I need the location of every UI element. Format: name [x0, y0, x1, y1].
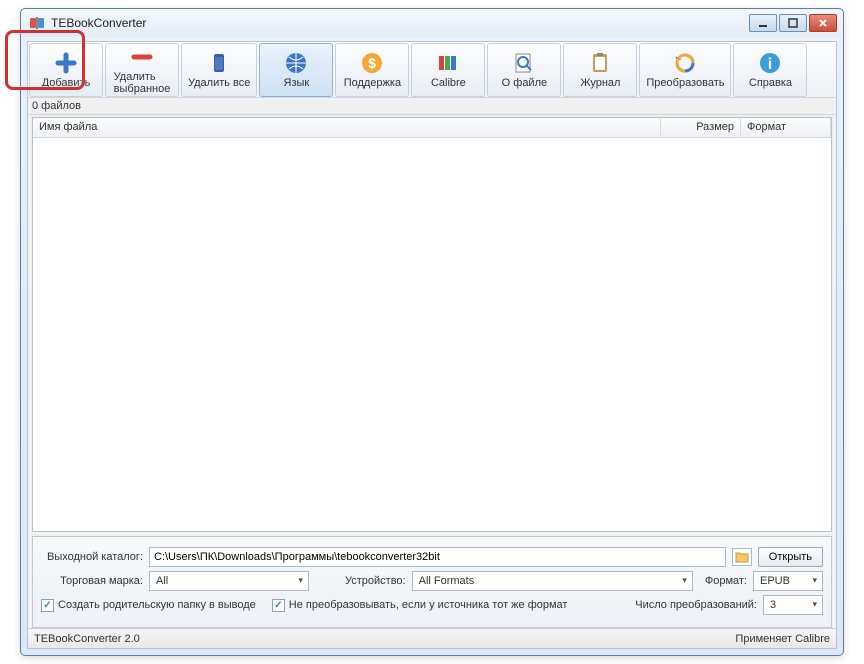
- btn-label: Преобразовать: [646, 77, 724, 89]
- btn-label: Язык: [284, 77, 310, 89]
- status-left: TEBookConverter 2.0: [34, 633, 140, 645]
- minus-icon: [130, 45, 154, 69]
- clipboard-icon: [588, 51, 612, 75]
- convert-button[interactable]: Преобразовать: [639, 43, 731, 97]
- status-right: Применяет Calibre: [735, 633, 830, 645]
- cb1-label: Создать родительскую папку в выводе: [58, 599, 256, 611]
- dollar-icon: $: [360, 51, 384, 75]
- titlebar: TEBookConverter: [21, 9, 843, 37]
- btn-label: Журнал: [580, 77, 620, 89]
- svg-text:$: $: [368, 55, 376, 71]
- browse-folder-button[interactable]: [732, 548, 752, 566]
- settings-panel: Выходной каталог: Открыть Торговая марка…: [32, 536, 832, 628]
- threads-label: Число преобразований:: [635, 599, 757, 611]
- btn-label: Удалить все: [188, 77, 250, 89]
- toolbar: Добавить Удалитьвыбранное Удалить все Язык $…: [28, 42, 836, 98]
- magnifier-icon: [512, 51, 536, 75]
- delete-selected-button[interactable]: Удалитьвыбранное: [105, 43, 179, 97]
- help-button[interactable]: i Справка: [733, 43, 807, 97]
- file-list[interactable]: Имя файла Размер Формат: [32, 117, 832, 532]
- minimize-button[interactable]: [749, 14, 777, 32]
- info-icon: i: [758, 51, 782, 75]
- output-dir-label: Выходной каталог:: [41, 551, 143, 563]
- format-label: Формат:: [705, 575, 747, 587]
- format-select[interactable]: EPUB: [753, 571, 823, 591]
- output-dir-input[interactable]: [149, 547, 726, 567]
- about-button[interactable]: О файле: [487, 43, 561, 97]
- journal-button[interactable]: Журнал: [563, 43, 637, 97]
- statusbar: TEBookConverter 2.0 Применяет Calibre: [28, 628, 836, 648]
- create-parent-folder-checkbox[interactable]: ✓Создать родительскую папку в выводе: [41, 599, 256, 612]
- column-filename[interactable]: Имя файла: [33, 118, 661, 137]
- btn-label: О файле: [502, 77, 547, 89]
- brand-label: Торговая марка:: [41, 575, 143, 587]
- device-label: Устройство:: [345, 575, 406, 587]
- language-button[interactable]: Язык: [259, 43, 333, 97]
- calibre-button[interactable]: Calibre: [411, 43, 485, 97]
- window-title: TEBookConverter: [49, 16, 749, 30]
- device-select[interactable]: All Formats: [412, 571, 693, 591]
- plus-icon: [54, 51, 78, 75]
- svg-text:i: i: [768, 56, 772, 73]
- trash-icon: [207, 51, 231, 75]
- btn-label: Удалитьвыбранное: [114, 71, 171, 95]
- column-format[interactable]: Формат: [741, 118, 831, 137]
- file-count-label: 0 файлов: [28, 98, 836, 115]
- maximize-button[interactable]: [779, 14, 807, 32]
- btn-label: Calibre: [431, 77, 466, 89]
- support-button[interactable]: $ Поддержка: [335, 43, 409, 97]
- refresh-icon: [673, 51, 697, 75]
- skip-same-format-checkbox[interactable]: ✓Не преобразовывать, если у источника то…: [272, 599, 568, 612]
- globe-icon: [284, 51, 308, 75]
- open-button[interactable]: Открыть: [758, 547, 823, 567]
- list-header: Имя файла Размер Формат: [33, 118, 831, 138]
- delete-all-button[interactable]: Удалить все: [181, 43, 257, 97]
- brand-select[interactable]: All: [149, 571, 309, 591]
- add-button[interactable]: Добавить: [29, 43, 103, 97]
- close-button[interactable]: [809, 14, 837, 32]
- btn-label: Добавить: [42, 77, 91, 89]
- btn-label: Поддержка: [344, 77, 401, 89]
- column-size[interactable]: Размер: [661, 118, 741, 137]
- threads-select[interactable]: 3: [763, 595, 823, 615]
- cb2-label: Не преобразовывать, если у источника тот…: [289, 599, 568, 611]
- app-icon: [29, 15, 45, 31]
- books-icon: [436, 51, 460, 75]
- btn-label: Справка: [749, 77, 792, 89]
